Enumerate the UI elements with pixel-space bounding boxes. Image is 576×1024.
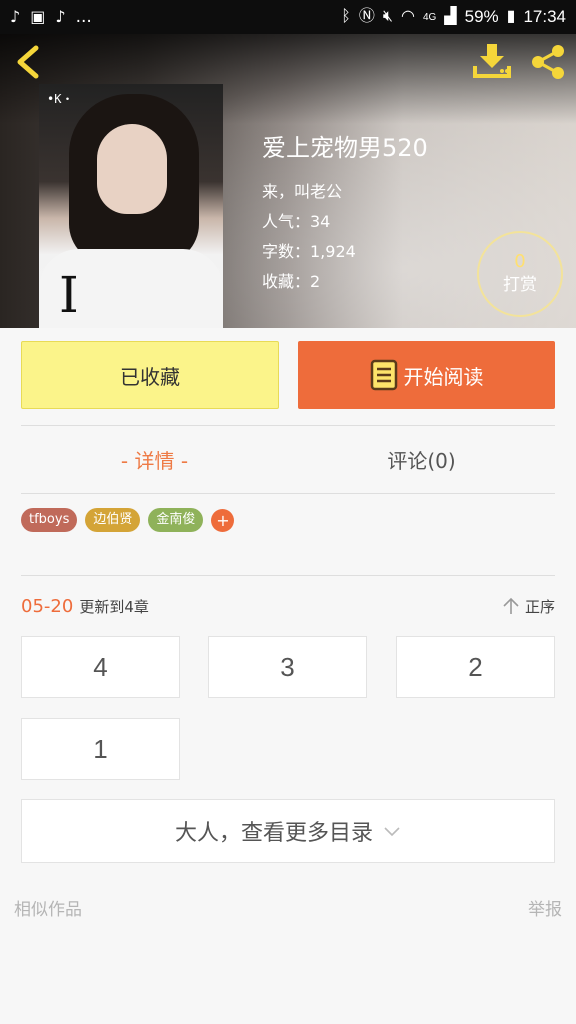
book-title: 爱上宠物男520 (262, 134, 428, 162)
download-icon[interactable] (472, 40, 512, 82)
network-type: 4G (422, 11, 437, 23)
tag-chip[interactable]: 边伯贤 (85, 508, 141, 532)
mute-icon: 🔇︎ (382, 8, 393, 25)
nfc-icon: Ⓝ (358, 8, 375, 25)
update-text: 更新到4章 (79, 597, 149, 616)
sort-order-button[interactable]: 正序 (503, 596, 555, 617)
baidu-icon: ▣ (30, 7, 46, 26)
tab-comments[interactable]: 评论(0) (288, 426, 555, 493)
favorited-label: 已收藏 (120, 364, 180, 389)
tiktok-icon: ♪ (55, 7, 66, 26)
update-date: 05-20 (21, 595, 74, 617)
book-subtitle: 来，叫老公 (262, 182, 343, 201)
chapter-button[interactable]: 4 (21, 636, 180, 698)
favorited-button[interactable]: 已收藏 (21, 341, 279, 409)
divider (21, 575, 555, 576)
detail-tabs: - 详情 - 评论(0) (21, 426, 555, 493)
wifi-icon: ◠ (400, 8, 415, 25)
status-bar: ♪ ▣ ♪ ... ᛒ Ⓝ 🔇︎ ◠ 4G ▟ 59% ▮ 17:34 (0, 0, 576, 34)
reward-button[interactable]: 0 打赏 (477, 231, 563, 317)
word-count: 字数：1,924 (262, 242, 356, 261)
tab-details[interactable]: - 详情 - (21, 426, 288, 493)
update-info: 05-20 更新到4章 正序 (21, 592, 555, 620)
similar-works-label: 相似作品 (14, 900, 82, 920)
book-header: •K・ I 爱上宠物男520 来，叫老公 人气：34 字数：1,924 收藏：2… (0, 34, 576, 328)
start-reading-label: 开始阅读 (403, 364, 484, 389)
tag-chip[interactable]: tfboys (21, 508, 78, 532)
chevron-down-icon (384, 827, 400, 837)
cover-shirt-letter: I (59, 266, 79, 324)
start-reading-button[interactable]: 开始阅读 (298, 341, 555, 409)
tag-list: tfboys 边伯贤 金南俊 + (21, 508, 235, 532)
chapter-button[interactable]: 1 (21, 718, 180, 780)
reward-count: 0 (514, 251, 526, 272)
signal-icon: ▟ (444, 8, 457, 25)
battery-icon: ▮ (506, 8, 516, 25)
more-catalog-label: 大人，查看更多目录 (174, 821, 373, 846)
report-link[interactable]: 举报 (528, 895, 562, 920)
tiktok-icon: ♪ (10, 7, 21, 26)
chapter-button[interactable]: 3 (208, 636, 367, 698)
tag-chip[interactable]: 金南俊 (148, 508, 204, 532)
favorite-count: 收藏：2 (262, 272, 321, 291)
more-notifications: ... (75, 7, 92, 27)
reward-label: 打赏 (503, 275, 537, 295)
book-cover[interactable]: •K・ I (39, 84, 223, 328)
book-icon (370, 359, 397, 391)
back-icon[interactable] (10, 42, 46, 82)
more-catalog-button[interactable]: 大人，查看更多目录 (21, 799, 555, 863)
bluetooth-icon: ᛒ (341, 8, 351, 25)
chapter-button[interactable]: 2 (396, 636, 555, 698)
book-info: 爱上宠物男520 来，叫老公 人气：34 字数：1,924 收藏：2 (262, 128, 428, 297)
battery-percent: 59% (464, 7, 499, 26)
share-icon[interactable] (528, 42, 568, 82)
arrow-up-icon (503, 597, 519, 614)
sort-order-label: 正序 (524, 597, 555, 616)
clock: 17:34 (523, 7, 566, 26)
add-tag-button[interactable]: + (211, 508, 235, 532)
popularity: 人气：34 (262, 212, 331, 231)
divider (21, 493, 555, 494)
cover-watermark: •K・ (47, 92, 74, 106)
